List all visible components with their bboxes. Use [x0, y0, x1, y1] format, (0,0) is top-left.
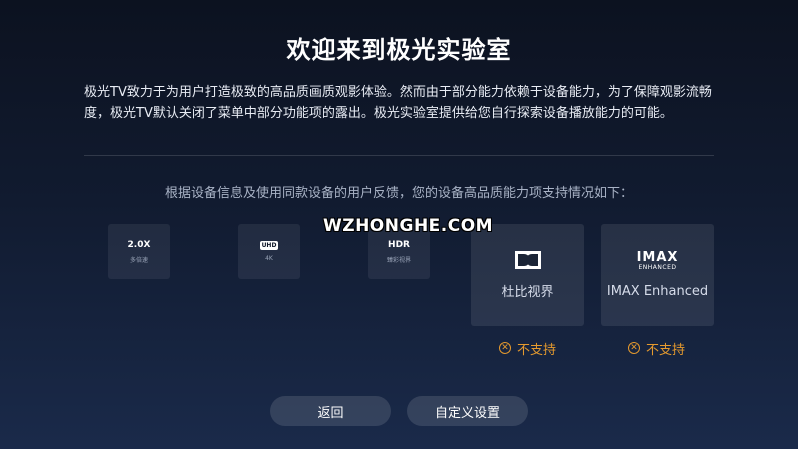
custom-settings-button[interactable]: 自定义设置 — [407, 396, 528, 426]
feature-name: HDR — [388, 239, 410, 250]
feature-card-imax[interactable]: IMAX ENHANCED IMAX Enhanced — [601, 224, 714, 326]
feature-card-4k: UHD 4K — [238, 224, 300, 279]
feature-sub: 臻彩视界 — [386, 256, 411, 264]
back-button[interactable]: 返回 — [270, 396, 391, 426]
watermark: WZHONGHE.COM — [323, 216, 494, 236]
status-badge-dolby: ✕ 不支持 — [499, 340, 557, 358]
status-text: 不支持 — [517, 342, 557, 358]
status-text: 不支持 — [646, 342, 686, 358]
feature-card-dolby-vision[interactable]: 杜比视界 — [471, 224, 584, 326]
imax-logo: IMAX ENHANCED — [636, 249, 679, 271]
divider — [84, 155, 714, 156]
uhd-icon: UHD — [259, 241, 279, 250]
feature-label: IMAX Enhanced — [606, 283, 709, 299]
feature-label: 杜比视界 — [501, 284, 554, 300]
feature-card-speed: 2.0X 多倍速 — [108, 224, 170, 279]
close-circle-icon: ✕ — [628, 342, 640, 354]
feature-name: 2.0X — [127, 239, 151, 250]
status-badge-imax: ✕ 不支持 — [628, 340, 686, 358]
intro-text: 极光TV致力于为用户打造极致的高品质画质观影体验。然而由于部分能力依赖于设备能力… — [84, 85, 712, 121]
page-title: 欢迎来到极光实验室 — [286, 36, 512, 64]
feature-sub: 多倍速 — [129, 256, 148, 264]
feature-sub: 4K — [265, 255, 273, 262]
close-circle-icon: ✕ — [499, 342, 511, 354]
support-subtitle: 根据设备信息及使用同款设备的用户反馈，您的设备高品质能力项支持情况如下： — [164, 186, 633, 201]
dolby-icon — [514, 250, 541, 269]
